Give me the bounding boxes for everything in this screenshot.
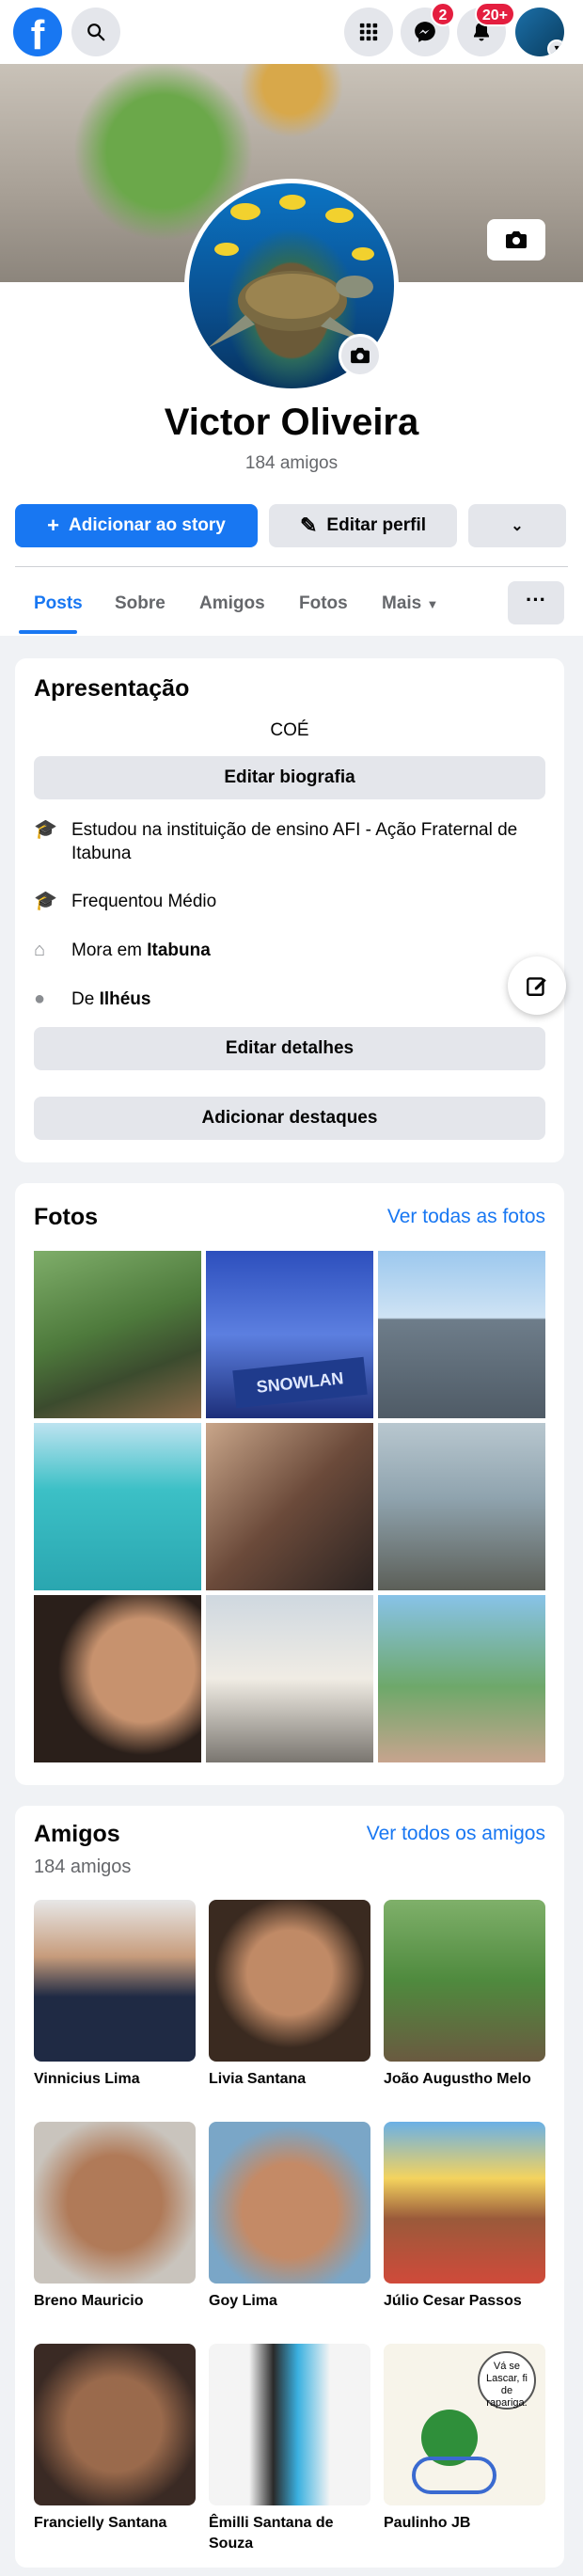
graduation-cap-icon: 🎓 bbox=[34, 891, 57, 911]
tab-photos[interactable]: Fotos bbox=[299, 576, 348, 632]
camera-icon bbox=[351, 347, 370, 364]
friend-photo[interactable] bbox=[34, 2122, 196, 2284]
edit-profile-picture-button[interactable] bbox=[339, 334, 382, 377]
add-to-story-button[interactable]: + Adicionar ao story bbox=[15, 504, 258, 547]
detail-school-text: Frequentou Médio bbox=[71, 892, 217, 911]
edit-bio-button[interactable]: Editar biografia bbox=[34, 756, 545, 799]
snowland-sign: SNOWLAN bbox=[232, 1356, 368, 1409]
active-tab-indicator bbox=[19, 630, 77, 634]
friend-name[interactable]: Breno Mauricio bbox=[34, 2291, 196, 2312]
search-icon bbox=[87, 24, 105, 41]
account-avatar[interactable]: ▾ bbox=[515, 8, 564, 56]
detail-education: 🎓 Estudou na instituição de ensino AFI -… bbox=[34, 818, 545, 865]
friends-title: Amigos bbox=[34, 1821, 120, 1847]
photo-thumbnail[interactable] bbox=[378, 1251, 545, 1418]
edit-floating-button[interactable] bbox=[508, 956, 566, 1015]
edit-details-button[interactable]: Editar detalhes bbox=[34, 1027, 545, 1070]
speech-bubble: Vá se Lascar, fi de rapariga. bbox=[478, 2351, 536, 2410]
messenger-button[interactable]: 2 bbox=[401, 2, 455, 56]
chevron-down-icon: ▾ bbox=[547, 40, 564, 56]
friend-name[interactable]: Vinnicius Lima bbox=[34, 2069, 196, 2090]
friend-name[interactable]: Goy Lima bbox=[209, 2291, 370, 2312]
bio-text: COÉ bbox=[270, 720, 309, 740]
detail-lives-in-text: Mora em Itabuna bbox=[71, 940, 211, 960]
photo-thumbnail[interactable] bbox=[378, 1423, 545, 1590]
friends-card-count: 184 amigos bbox=[34, 1857, 132, 1877]
photo-thumbnail[interactable] bbox=[206, 1423, 373, 1590]
photo-thumbnail[interactable]: SNOWLAN bbox=[206, 1251, 373, 1418]
compose-icon bbox=[527, 977, 546, 996]
bicycle-icon bbox=[412, 2457, 496, 2494]
friend-photo[interactable] bbox=[34, 2344, 196, 2505]
friend-photo[interactable] bbox=[384, 2122, 545, 2284]
hometown-city[interactable]: Ilhéus bbox=[100, 989, 151, 1009]
friend-name[interactable]: João Augustho Melo bbox=[384, 2069, 545, 2090]
photos-title: Fotos bbox=[34, 1204, 99, 1230]
friend-name[interactable]: Júlio Cesar Passos bbox=[384, 2291, 545, 2312]
top-bar: f 2 20+ ▾ bbox=[0, 0, 583, 64]
friend-photo[interactable] bbox=[209, 2122, 370, 2284]
see-all-friends-link[interactable]: Ver todos os amigos bbox=[367, 1823, 545, 1845]
tab-friends[interactable]: Amigos bbox=[199, 576, 265, 632]
friend-name[interactable]: Livia Santana bbox=[209, 2069, 370, 2090]
friend-photo[interactable] bbox=[34, 1900, 196, 2062]
notifications-badge: 20+ bbox=[474, 2, 515, 26]
friend-name[interactable]: Paulinho JB bbox=[384, 2513, 545, 2534]
more-options-button[interactable]: ⌄ bbox=[468, 504, 566, 547]
messenger-icon bbox=[415, 22, 435, 42]
intro-title: Apresentação bbox=[34, 675, 190, 702]
search-button[interactable] bbox=[71, 8, 120, 56]
intro-card: Apresentação COÉ Editar biografia 🎓 Estu… bbox=[15, 658, 564, 1162]
messenger-badge: 2 bbox=[431, 2, 455, 26]
facebook-logo[interactable]: f bbox=[13, 8, 62, 56]
detail-school: 🎓 Frequentou Médio bbox=[34, 890, 545, 913]
divider bbox=[15, 566, 568, 567]
more-tabs-button[interactable]: ··· bbox=[508, 581, 564, 624]
notifications-button[interactable]: 20+ bbox=[457, 2, 515, 56]
detail-education-text: Estudou na instituição de ensino AFI - A… bbox=[71, 820, 518, 863]
friend-name[interactable]: Êmilli Santana de Souza bbox=[209, 2513, 370, 2554]
edit-profile-label: Editar perfil bbox=[326, 515, 426, 535]
home-icon: ⌂ bbox=[34, 940, 46, 960]
add-to-story-label: Adicionar ao story bbox=[69, 515, 226, 535]
graduation-cap-icon: 🎓 bbox=[34, 819, 57, 840]
pencil-icon: ✎ bbox=[299, 514, 318, 537]
edit-cover-button[interactable] bbox=[487, 219, 545, 261]
friends-card: Amigos Ver todos os amigos 184 amigos Vi… bbox=[15, 1806, 564, 2568]
photo-thumbnail[interactable] bbox=[34, 1595, 201, 1762]
friend-photo[interactable] bbox=[384, 1900, 545, 2062]
detail-lives-in: ⌂ Mora em Itabuna bbox=[34, 939, 545, 962]
grid-menu-icon bbox=[359, 23, 378, 41]
tab-posts[interactable]: Posts bbox=[34, 576, 83, 632]
add-highlights-button[interactable]: Adicionar destaques bbox=[34, 1097, 545, 1140]
photo-thumbnail[interactable] bbox=[378, 1595, 545, 1762]
ellipsis-icon: ··· bbox=[526, 588, 546, 611]
tab-about[interactable]: Sobre bbox=[115, 576, 165, 632]
camera-icon bbox=[506, 231, 527, 248]
tab-more[interactable]: Mais ▼ bbox=[382, 576, 438, 632]
photos-card: Fotos Ver todas as fotos SNOWLAN bbox=[15, 1183, 564, 1785]
tab-more-label: Mais bbox=[382, 593, 422, 613]
profile-name: Victor Oliveira bbox=[164, 402, 419, 443]
friend-photo[interactable] bbox=[209, 2344, 370, 2505]
plus-icon: + bbox=[47, 514, 60, 537]
photo-thumbnail[interactable] bbox=[34, 1251, 201, 1418]
friends-count[interactable]: 184 amigos bbox=[0, 453, 583, 474]
photo-thumbnail[interactable] bbox=[206, 1595, 373, 1762]
edit-profile-button[interactable]: ✎ Editar perfil bbox=[269, 504, 457, 547]
location-pin-icon: ● bbox=[34, 988, 46, 1009]
photo-thumbnail[interactable] bbox=[34, 1423, 201, 1590]
friend-photo[interactable]: Vá se Lascar, fi de rapariga. bbox=[384, 2344, 545, 2505]
caret-down-icon: ▼ bbox=[426, 597, 439, 611]
see-all-photos-link[interactable]: Ver todas as fotos bbox=[387, 1206, 545, 1228]
friend-photo[interactable] bbox=[209, 1900, 370, 2062]
lives-in-city[interactable]: Itabuna bbox=[147, 940, 211, 960]
chevron-down-icon: ⌄ bbox=[511, 518, 524, 534]
detail-from-text: De Ilhéus bbox=[71, 989, 151, 1009]
friend-name[interactable]: Francielly Santana bbox=[34, 2513, 196, 2534]
menu-button[interactable] bbox=[344, 8, 393, 56]
detail-from: ● De Ilhéus bbox=[34, 988, 545, 1011]
